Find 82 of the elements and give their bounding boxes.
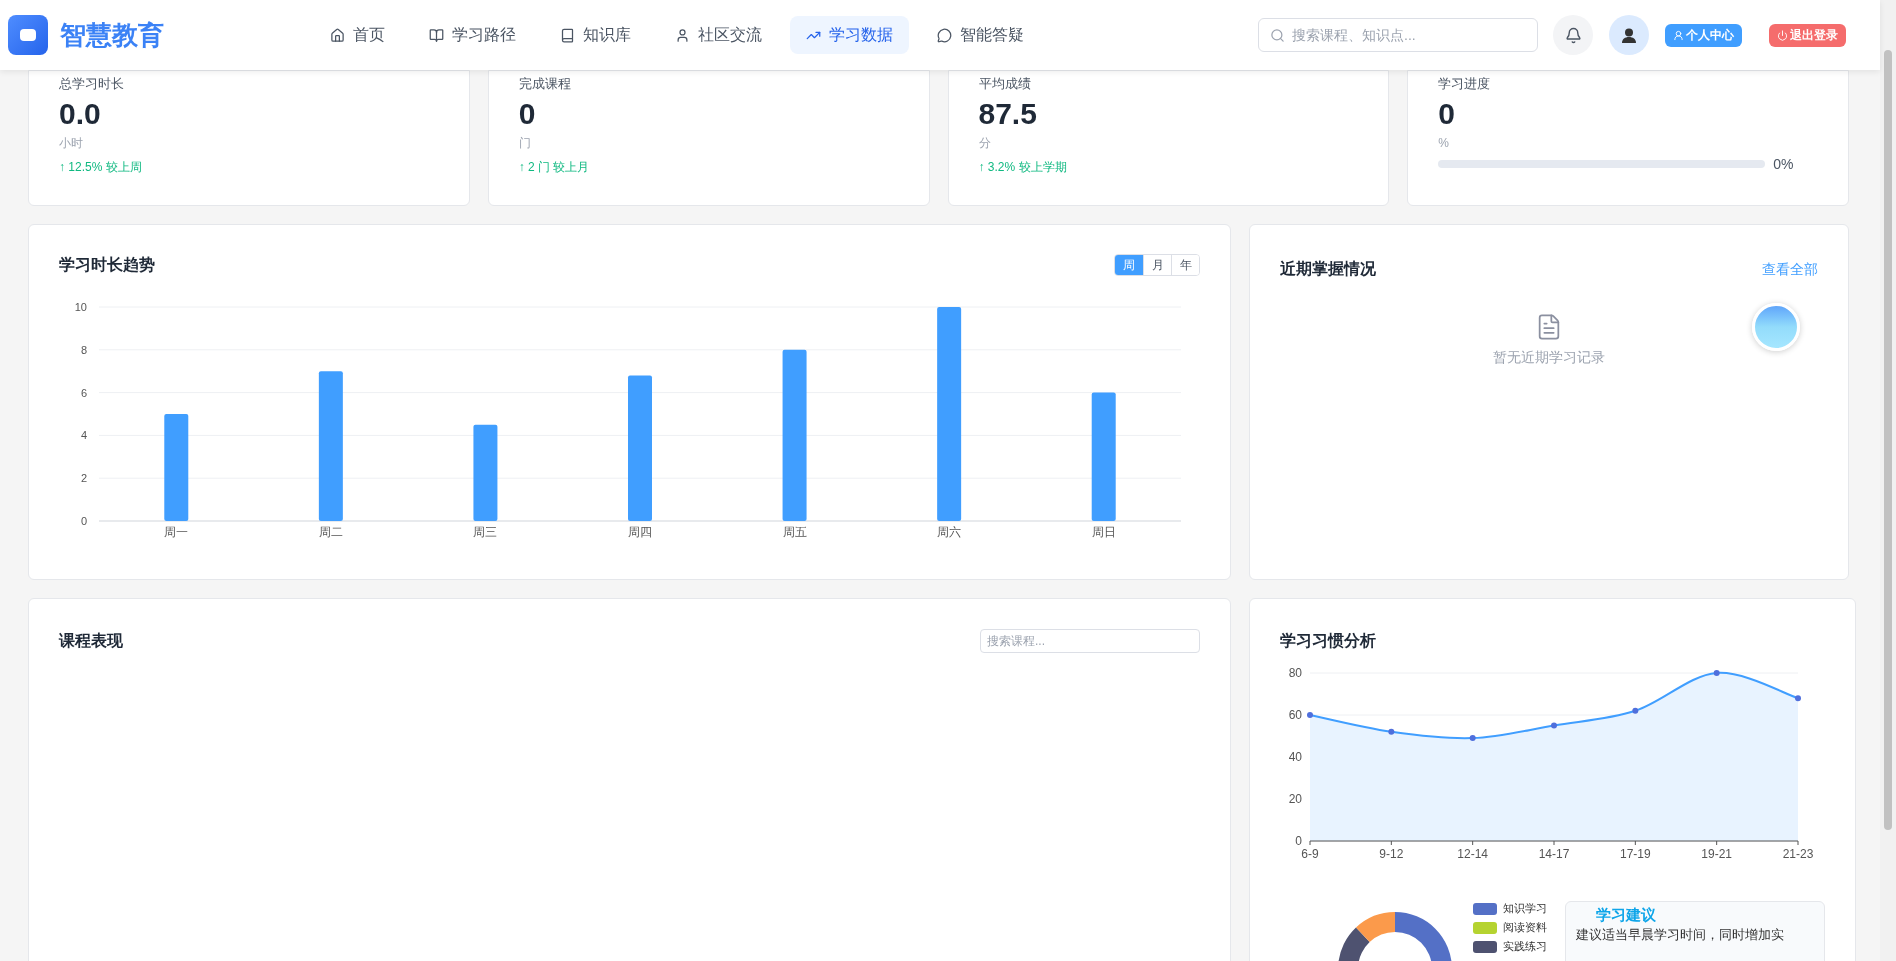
nav-tab[interactable]: 学习路径 [413, 16, 532, 54]
home-icon [330, 27, 345, 43]
legend-label: 知识学习 [1503, 901, 1547, 917]
legend-label: 阅读资料 [1503, 920, 1547, 936]
axis-label: 2 [80, 472, 87, 485]
data-point [1632, 707, 1639, 714]
stat-value: 87.5 [978, 95, 1037, 132]
axis-label: 60 [1288, 708, 1302, 722]
axis-label: 周三 [473, 525, 498, 539]
stat-change: ↑ 12.5% 较上周 [59, 158, 142, 176]
empty-message: 暂无近期学习记录 [1493, 348, 1605, 367]
card-title: 学习时长趋势 [59, 255, 155, 275]
axis-label: 周一 [164, 525, 189, 539]
power-icon [1777, 29, 1788, 41]
card-title: 学习习惯分析 [1280, 631, 1376, 651]
axis-label: 21-23 [1782, 847, 1814, 861]
bell-icon [1564, 26, 1582, 44]
search-icon [1270, 28, 1285, 43]
scrollbar[interactable] [1880, 0, 1896, 961]
card-title: 近期掌握情况 [1280, 259, 1376, 279]
data-point [1388, 728, 1395, 735]
stat-label: 平均成绩 [978, 75, 1031, 93]
axis-label: 80 [1288, 666, 1302, 680]
stat-unit: 分 [978, 134, 991, 152]
axis-label: 周六 [937, 525, 962, 539]
nav-tab[interactable]: 智能答疑 [921, 16, 1040, 54]
logo-icon [8, 15, 48, 55]
axis-label: 0 [1295, 834, 1302, 848]
book-icon [429, 27, 444, 43]
axis-label: 周四 [628, 525, 652, 539]
stat-unit: 小时 [59, 134, 83, 152]
data-point [1469, 735, 1476, 742]
axis-label: 周日 [1091, 525, 1116, 539]
axis-label: 12-14 [1457, 847, 1488, 861]
book-icon [560, 27, 575, 43]
axis-label: 6-9 [1301, 847, 1319, 861]
axis-label: 8 [80, 343, 87, 356]
axis-label: 17-19 [1620, 847, 1651, 861]
stat-value: 0 [518, 95, 536, 132]
search-field[interactable]: 搜索课程、知识点... [1258, 18, 1538, 52]
axis-label: 周五 [782, 525, 807, 539]
avatar[interactable] [1609, 15, 1649, 55]
data-point [1795, 695, 1801, 702]
chat-icon [937, 27, 952, 43]
legend-label: 实践练习 [1503, 939, 1547, 955]
stat-change: ↑ 3.2% 较上学期 [978, 158, 1067, 176]
axis-label: 0 [80, 515, 87, 527]
advice-text: 建议适当早晨学习时间，同时增加实 [1576, 927, 1784, 943]
nav-tab[interactable]: 首页 [314, 16, 401, 54]
axis-label: 10 [74, 301, 87, 313]
user-silhouette-icon [1621, 27, 1637, 43]
notification-button[interactable] [1553, 15, 1593, 55]
stat-unit: 门 [518, 134, 531, 152]
data-point [1713, 670, 1720, 676]
user-icon [1673, 29, 1684, 41]
axis-label: 14-17 [1538, 847, 1570, 861]
stat-change: ↑ 2 门 较上月 [518, 158, 590, 176]
course-search-field[interactable]: 搜索课程... [980, 629, 1200, 653]
stat-label: 完成课程 [518, 75, 571, 93]
stat-label: 学习进度 [1438, 75, 1491, 93]
stat-label: 总学习时长 [59, 75, 124, 93]
advice-title: 学习建议 [1596, 905, 1656, 925]
range-tab[interactable]: 年 [1171, 255, 1199, 275]
nav-tab[interactable]: 社区交流 [659, 16, 778, 54]
axis-label: 20 [1288, 792, 1302, 806]
stat-unit: % [1438, 134, 1449, 152]
card-title: 课程表现 [59, 631, 123, 651]
data-point [1551, 722, 1557, 729]
axis-label: 6 [80, 386, 87, 399]
nav-tab[interactable]: 学习数据 [790, 16, 909, 54]
data-point [1307, 712, 1313, 718]
axis-label: 40 [1288, 750, 1302, 764]
user-icon [675, 27, 690, 43]
progress-reading: 0% [1773, 154, 1794, 174]
axis-label: 19-21 [1701, 847, 1732, 861]
app-title: 智慧教育 [60, 18, 164, 52]
axis-label: 9-12 [1379, 847, 1404, 861]
stat-value: 0 [1438, 95, 1455, 132]
axis-label: 4 [80, 429, 87, 442]
axis-label: 周二 [318, 525, 343, 539]
stat-value: 0.0 [59, 95, 101, 132]
nav-tab[interactable]: 知识库 [544, 16, 647, 54]
